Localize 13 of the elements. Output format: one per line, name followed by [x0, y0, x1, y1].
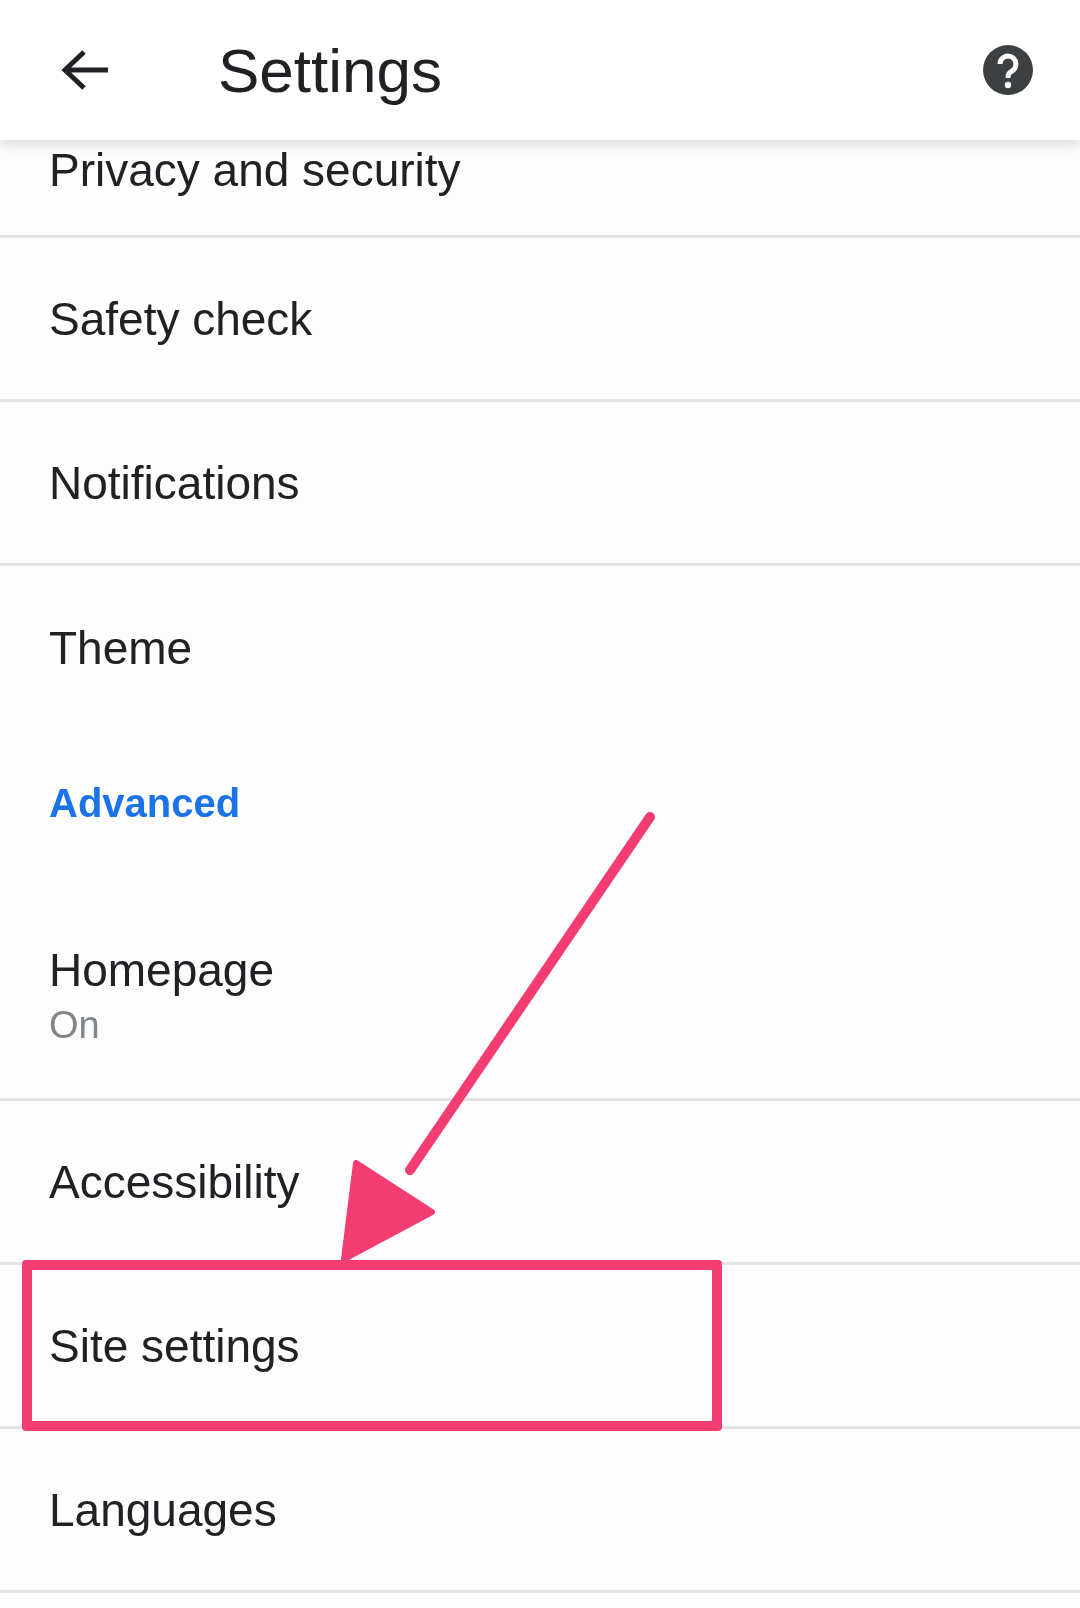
settings-item[interactable]: Privacy and security	[49, 142, 461, 198]
help-icon[interactable]	[982, 44, 1034, 96]
settings-item[interactable]: Languages	[49, 1481, 277, 1538]
section-header: Advanced	[49, 780, 241, 826]
settings-item[interactable]: Safety check	[49, 290, 313, 347]
settings-item[interactable]: Notifications	[49, 454, 300, 511]
settings-item[interactable]: Accessibility	[49, 1153, 300, 1210]
settings-item[interactable]: Site settings	[49, 1317, 300, 1374]
item-status: On	[49, 1003, 100, 1048]
settings-item[interactable]: Homepage	[49, 942, 275, 998]
screen-title: Settings	[218, 34, 444, 106]
settings-item[interactable]: Theme	[49, 620, 193, 676]
back-arrow-icon[interactable]	[60, 50, 110, 90]
